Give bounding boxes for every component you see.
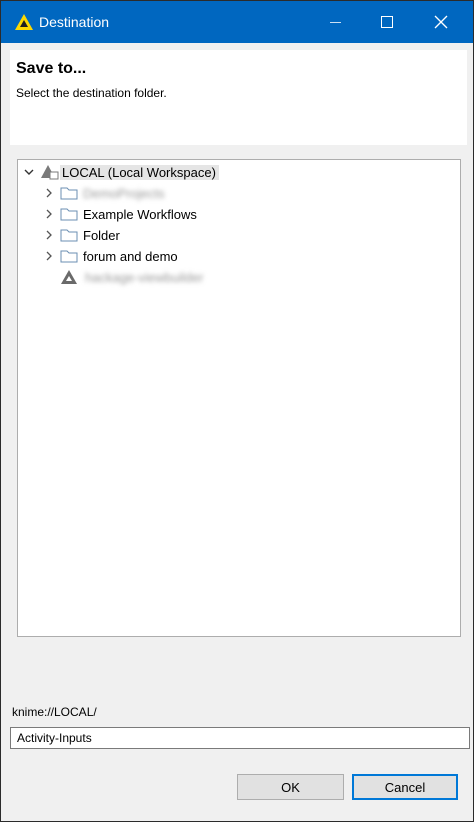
knime-app-icon bbox=[15, 14, 33, 30]
chevron-right-icon[interactable] bbox=[42, 246, 56, 266]
cancel-button[interactable]: Cancel bbox=[352, 774, 458, 800]
chevron-down-icon[interactable] bbox=[22, 162, 36, 182]
chevron-right-icon[interactable] bbox=[42, 225, 56, 245]
tree-item-label: Folder bbox=[83, 227, 120, 243]
minimize-icon bbox=[329, 21, 341, 23]
tree-item-label: hackage-viewbuilder bbox=[85, 269, 204, 285]
tree-item-label: Example Workflows bbox=[83, 206, 197, 222]
folder-icon bbox=[60, 208, 78, 221]
tree-root-label: LOCAL (Local Workspace) bbox=[60, 164, 219, 180]
workflow-icon bbox=[61, 270, 77, 284]
folder-icon bbox=[60, 229, 78, 242]
tree-item-demoprojects[interactable]: DemoProjects bbox=[42, 183, 165, 203]
folder-icon bbox=[60, 250, 78, 263]
chevron-right-icon[interactable] bbox=[42, 183, 56, 203]
tree-root-local[interactable]: LOCAL (Local Workspace) bbox=[22, 162, 219, 182]
chevron-right-icon[interactable] bbox=[42, 204, 56, 224]
tree-item-label: DemoProjects bbox=[83, 185, 165, 201]
header-title: Save to... bbox=[16, 60, 87, 77]
folder-icon bbox=[60, 187, 78, 200]
header-description: Select the destination folder. bbox=[16, 86, 167, 100]
close-icon bbox=[434, 15, 448, 29]
minimize-button[interactable] bbox=[313, 1, 357, 43]
maximize-icon bbox=[381, 16, 393, 28]
title-bar[interactable]: Destination bbox=[1, 1, 473, 43]
workflow-name-input[interactable] bbox=[10, 727, 470, 749]
workspace-tree[interactable]: LOCAL (Local Workspace) DemoProjects Exa… bbox=[17, 159, 461, 637]
close-button[interactable] bbox=[419, 1, 463, 43]
tree-item-label: forum and demo bbox=[83, 248, 178, 264]
window-title: Destination bbox=[39, 14, 110, 30]
destination-path-label: knime://LOCAL/ bbox=[12, 705, 97, 719]
tree-item-workflow[interactable]: hackage-viewbuilder bbox=[60, 267, 204, 287]
tree-item-forum-and-demo[interactable]: forum and demo bbox=[42, 246, 178, 266]
tree-item-folder[interactable]: Folder bbox=[42, 225, 120, 245]
destination-dialog: Destination Save to... Select the destin… bbox=[0, 0, 474, 822]
tree-item-example-workflows[interactable]: Example Workflows bbox=[42, 204, 197, 224]
dialog-header: Save to... Select the destination folder… bbox=[10, 50, 467, 145]
workspace-icon bbox=[41, 165, 59, 180]
maximize-button[interactable] bbox=[365, 1, 409, 43]
ok-button[interactable]: OK bbox=[237, 774, 344, 800]
